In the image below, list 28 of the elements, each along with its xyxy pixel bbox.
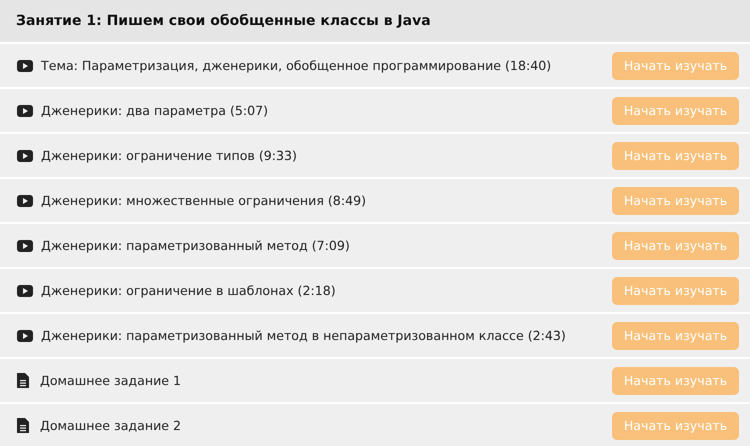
play-icon: [17, 240, 33, 252]
play-icon: [17, 104, 33, 116]
start-button[interactable]: Начать изучать: [612, 276, 739, 304]
start-button[interactable]: Начать изучать: [612, 232, 739, 260]
play-icon: [17, 150, 33, 162]
play-icon: [17, 194, 33, 206]
start-button[interactable]: Начать изучать: [612, 142, 739, 170]
start-button[interactable]: Начать изучать: [612, 52, 739, 80]
start-button[interactable]: Начать изучать: [612, 366, 739, 394]
item-title: Тема: Параметризация, дженерики, обобщенное программирование (18:40): [41, 58, 552, 73]
item-title: Дженерики: множественные ограничения (8:49): [41, 193, 368, 208]
item-title: Дженерики: два параметра (5:07): [41, 103, 270, 118]
item-title: Дженерики: параметризованный метод в непараметризованном классе (2:43): [41, 328, 567, 343]
play-icon: [17, 330, 33, 342]
play-icon: [17, 284, 33, 296]
lesson-title: Занятие 1: Пишем свои обобщенные классы в Java: [16, 13, 431, 29]
item-title: Дженерики: ограничение типов (9:33): [41, 148, 298, 163]
item-title: Домашнее задание 1: [40, 373, 182, 388]
start-button[interactable]: Начать изучать: [612, 186, 739, 214]
item-title: Домашнее задание 2: [40, 418, 182, 433]
start-button[interactable]: Начать изучать: [612, 322, 739, 350]
item-title: Дженерики: параметризованный метод (7:09): [41, 238, 351, 253]
document-icon: [17, 373, 29, 388]
item-title: Дженерики: ограничение в шаблонах (2:18): [41, 283, 337, 298]
document-icon: [17, 418, 29, 433]
start-button[interactable]: Начать изучать: [612, 412, 739, 440]
start-button[interactable]: Начать изучать: [612, 96, 739, 124]
play-icon: [17, 60, 33, 72]
